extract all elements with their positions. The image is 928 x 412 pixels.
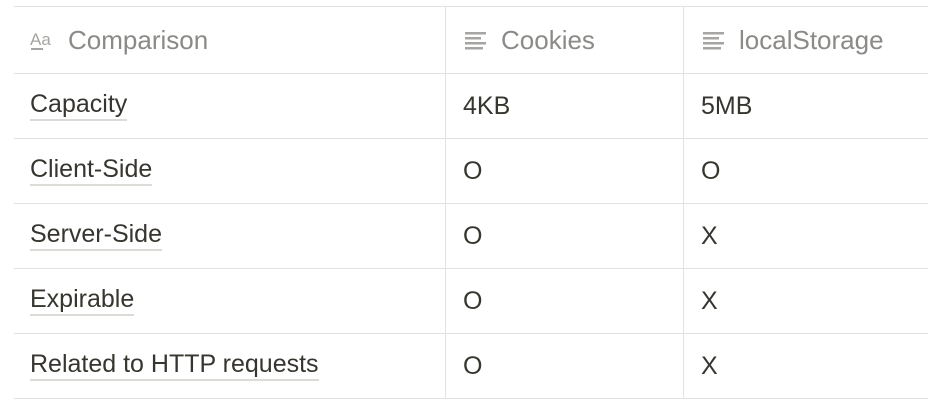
localstorage-cell[interactable]: O [684,139,928,203]
cookies-value: O [463,286,483,315]
header-cell-comparison[interactable]: Aa Comparison [14,7,446,73]
cookies-cell[interactable]: O [446,139,684,203]
localstorage-value: X [701,351,718,380]
row-title-link[interactable]: Capacity [30,90,128,122]
row-title-link[interactable]: Server-Side [30,220,162,252]
comparison-table: Aa Comparison Cookies localStorage Capac… [14,6,928,399]
table-row: Server-Side O X [14,204,928,269]
table-row: Capacity 4KB 5MB [14,74,928,139]
table-row: Related to HTTP requests O X [14,334,928,399]
table-header-row: Aa Comparison Cookies localStorage [14,7,928,74]
cookies-value: O [463,351,483,380]
svg-text:Aa: Aa [30,30,51,49]
header-label-cookies: Cookies [501,24,595,55]
text-lines-icon [701,28,729,52]
cookies-value: 4KB [463,91,511,120]
header-label-comparison: Comparison [68,24,209,55]
localstorage-cell[interactable]: X [684,204,928,268]
text-lines-icon [463,28,491,52]
comparison-cell[interactable]: Related to HTTP requests [14,334,446,398]
header-label-localstorage: localStorage [739,24,884,55]
cookies-cell[interactable]: O [446,204,684,268]
localstorage-cell[interactable]: X [684,269,928,333]
comparison-cell[interactable]: Client-Side [14,139,446,203]
cookies-value: O [463,156,483,185]
cookies-value: O [463,221,483,250]
header-cell-localstorage[interactable]: localStorage [684,7,928,73]
cookies-cell[interactable]: O [446,334,684,398]
comparison-cell[interactable]: Capacity [14,74,446,138]
localstorage-value: X [701,286,718,315]
localstorage-value: X [701,221,718,250]
cookies-cell[interactable]: 4KB [446,74,684,138]
comparison-cell[interactable]: Expirable [14,269,446,333]
row-title-link[interactable]: Related to HTTP requests [30,350,319,382]
row-title-link[interactable]: Client-Side [30,155,153,187]
localstorage-value: O [701,156,721,185]
localstorage-cell[interactable]: 5MB [684,74,928,138]
cookies-cell[interactable]: O [446,269,684,333]
table-row: Client-Side O O [14,139,928,204]
localstorage-value: 5MB [701,91,753,120]
table-row: Expirable O X [14,269,928,334]
comparison-cell[interactable]: Server-Side [14,204,446,268]
text-title-icon: Aa [30,28,58,52]
localstorage-cell[interactable]: X [684,334,928,398]
row-title-link[interactable]: Expirable [30,285,135,317]
header-cell-cookies[interactable]: Cookies [446,7,684,73]
